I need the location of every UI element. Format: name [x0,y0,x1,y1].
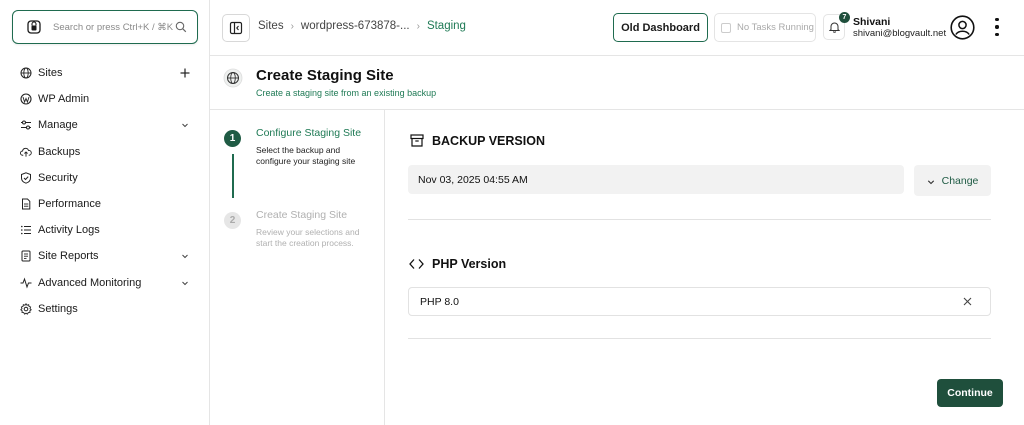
sidebar-item-manage[interactable]: Manage [0,112,210,138]
breadcrumb-staging: Staging [426,20,466,32]
gear-icon [20,302,32,315]
report-icon [20,250,32,262]
sidebar-item-label: Settings [38,302,78,315]
php-version-value: PHP 8.0 [420,295,459,308]
step-title-configure: Configure Staging Site [256,127,362,139]
sidebar-item-sites[interactable]: Sites [0,60,210,86]
chevron-down-icon [180,278,190,288]
tasks-status-button[interactable]: No Tasks Running [714,13,816,42]
change-label: Change [941,174,979,187]
tasks-icon [721,22,731,33]
sidebar-item-label: Security [38,171,78,184]
user-name: Shivani [853,16,891,28]
sidebar-item-label: Backups [38,145,81,158]
search-input[interactable]: Search or press Ctrl+K / ⌘K [12,10,198,44]
globe-icon [223,68,243,88]
divider [408,219,991,220]
sidebar-item-label: Site Reports [38,250,99,263]
search-icon [175,21,187,33]
user-email: shivani@blogvault.net [853,28,947,39]
sidebar-item-wp-admin[interactable]: WP Admin [0,86,210,112]
blogvault-logo-icon [25,18,43,36]
document-icon [20,198,32,210]
sidebar-nav: Sites WP Admin Manage Backups Security P… [0,60,210,322]
php-version-heading: PHP Version [409,256,506,271]
sidebar-item-label: Manage [38,119,78,132]
sliders-icon [20,119,32,131]
step-connector [232,154,234,198]
wordpress-icon [20,93,32,105]
tasks-label: No Tasks Running [737,22,814,33]
sidebar-item-backups[interactable]: Backups [0,139,210,165]
close-icon[interactable] [962,296,973,307]
sidebar-item-site-reports[interactable]: Site Reports [0,243,210,269]
step-description-configure: Select the backup and configure your sta… [256,145,356,166]
chevron-right-icon: › [416,20,420,32]
step-number-inactive: 2 [224,212,241,229]
sidebar-item-security[interactable]: Security [0,165,210,191]
main-content: BACKUP VERSION Nov 03, 2025 04:55 AM Cha… [385,110,1024,425]
page-subtitle: Create a staging site from an existing b… [256,88,437,98]
stepper: 1 Configure Staging Site Select the back… [210,110,385,425]
chevron-right-icon: › [290,20,294,32]
php-version-select[interactable]: PHP 8.0 [408,287,991,316]
search-placeholder: Search or press Ctrl+K / ⌘K [53,21,174,33]
sidebar-item-settings[interactable]: Settings [0,296,210,322]
code-icon [409,256,424,271]
backup-version-heading: BACKUP VERSION [409,133,545,148]
archive-icon [409,133,424,148]
breadcrumb-sites[interactable]: Sites [258,20,284,32]
sidebar-item-label: WP Admin [38,93,90,106]
sidebar-item-advanced-monitoring[interactable]: Advanced Monitoring [0,270,210,296]
step-title-create: Create Staging Site [256,209,348,221]
page-title: Create Staging Site [256,67,394,84]
step-description-create: Review your selections and start the cre… [256,227,360,248]
cloud-upload-icon [20,146,32,158]
sidebar: Search or press Ctrl+K / ⌘K Sites WP Adm… [0,0,210,425]
shield-icon [20,172,32,184]
bell-icon [828,22,840,33]
breadcrumb-site[interactable]: wordpress-673878-... [301,20,410,32]
sidebar-item-label: Activity Logs [38,224,100,237]
list-icon [20,224,32,236]
chevron-down-icon [180,120,190,130]
globe-icon [20,67,32,79]
sidebar-item-label: Performance [38,198,101,211]
divider [408,338,991,339]
sidebar-item-label: Sites [38,67,63,80]
panel-left-icon [229,21,243,35]
chevron-down-icon [180,251,190,261]
change-backup-button[interactable]: Change [914,165,991,196]
page-header: Create Staging Site Create a staging sit… [210,56,1024,110]
old-dashboard-button[interactable]: Old Dashboard [613,13,708,42]
sidebar-item-label: Advanced Monitoring [38,276,142,289]
pulse-icon [20,277,32,289]
top-bar: Sites › wordpress-673878-... › Staging O… [210,0,1024,56]
sidebar-item-performance[interactable]: Performance [0,191,210,217]
notification-count-badge: 7 [839,12,850,23]
step-number-active: 1 [224,130,241,147]
more-options-icon[interactable] [993,18,1001,36]
plus-icon[interactable] [180,68,190,78]
chevron-down-icon [927,177,935,185]
sidebar-item-activity-logs[interactable]: Activity Logs [0,217,210,243]
breadcrumb: Sites › wordpress-673878-... › Staging [258,20,466,32]
backup-version-field: Nov 03, 2025 04:55 AM [408,165,904,194]
sidebar-toggle-button[interactable] [222,14,250,42]
user-avatar-icon[interactable] [950,15,975,40]
backup-version-label: BACKUP VERSION [432,133,545,148]
php-version-label: PHP Version [432,256,507,271]
continue-button[interactable]: Continue [937,379,1003,407]
